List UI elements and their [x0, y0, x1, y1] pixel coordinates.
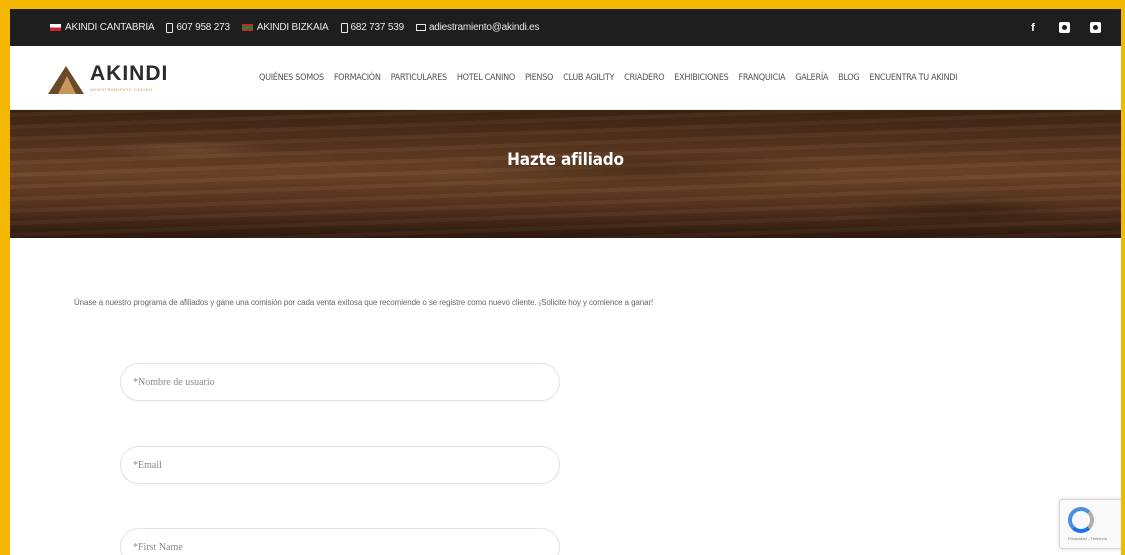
cantabria-phone: 607 958 273	[176, 22, 230, 33]
brand-tagline: ADIESTRAMIENTO CANINO	[90, 87, 153, 92]
email-link[interactable]: adiestramiento@akindi.es	[415, 22, 540, 33]
nav-franquicia[interactable]: FRANQUICIA	[738, 73, 785, 83]
nav-quienes-somos[interactable]: QUIÉNES SOMOS	[259, 73, 324, 83]
nav-club-agility[interactable]: CLUB AGILITY	[563, 73, 614, 83]
recaptcha-terms: Privacidad - Términos	[1068, 536, 1107, 541]
nav-particulares[interactable]: PARTICULARES	[391, 73, 448, 83]
recaptcha-icon	[1068, 507, 1094, 533]
intro-text: Únase a nuestro programa de afiliados y …	[74, 298, 654, 307]
phone-icon	[340, 22, 348, 33]
nav-galeria[interactable]: GALERÍA	[795, 73, 828, 83]
page-title: Hazte afiliado	[507, 150, 624, 170]
nav-exhibiciones[interactable]: EXHIBICIONES	[674, 73, 729, 83]
phone-cantabria[interactable]: 607 958 273	[166, 22, 230, 33]
page-hero-banner: Hazte afiliado	[10, 110, 1121, 238]
affiliate-form-section: Únase a nuestro programa de afiliados y …	[10, 238, 1121, 555]
mail-icon	[415, 24, 426, 31]
username-input[interactable]	[120, 363, 560, 401]
dog-logo-icon	[46, 62, 86, 94]
facebook-icon[interactable]: f	[1027, 22, 1039, 34]
logo-text: AKINDI ADIESTRAMIENTO CANINO	[90, 62, 169, 93]
nav-hotel-canino[interactable]: HOTEL CANINO	[457, 73, 515, 83]
site-logo[interactable]: AKINDI ADIESTRAMIENTO CANINO	[46, 62, 251, 94]
primary-menu: QUIÉNES SOMOS FORMACIÓN PARTICULARES HOT…	[259, 73, 958, 83]
instagram-icon[interactable]	[1059, 22, 1070, 33]
nav-formacion[interactable]: FORMACIÓN	[334, 73, 381, 83]
bizkaia-phone: 682 737 539	[350, 22, 405, 33]
nav-pienso[interactable]: PIENSO	[525, 73, 553, 83]
email-input[interactable]	[120, 446, 560, 484]
nav-criadero[interactable]: CRIADERO	[624, 73, 664, 83]
youtube-icon[interactable]	[1090, 22, 1101, 33]
email-address: adiestramiento@akindi.es	[428, 22, 540, 33]
phone-icon	[166, 22, 174, 33]
nav-encuentra-tu-akindi[interactable]: ENCUENTRA TU AKINDI	[869, 73, 957, 83]
bizkaia-label: AKINDI BIZKAIA	[256, 22, 329, 33]
first-name-input[interactable]	[120, 528, 560, 555]
brand-name: AKINDI	[90, 62, 169, 85]
cantabria-label: AKINDI CANTABRIA	[65, 22, 155, 33]
cantabria-flag-icon	[50, 24, 61, 31]
phone-bizkaia[interactable]: 682 737 539	[340, 22, 405, 33]
recaptcha-badge[interactable]: Privacidad - Términos	[1059, 499, 1121, 549]
contact-cantabria[interactable]: AKINDI CANTABRIA	[50, 22, 155, 33]
main-navigation-bar: AKINDI ADIESTRAMIENTO CANINO QUIÉNES SOM…	[10, 46, 1121, 110]
bizkaia-flag-icon	[241, 24, 253, 31]
top-contact-bar: AKINDI CANTABRIA 607 958 273 AKINDI BIZK…	[10, 9, 1121, 46]
contact-bizkaia[interactable]: AKINDI BIZKAIA	[241, 22, 329, 33]
browser-viewport: AKINDI CANTABRIA 607 958 273 AKINDI BIZK…	[10, 9, 1121, 555]
social-links: f	[1027, 22, 1101, 34]
nav-blog[interactable]: BLOG	[838, 73, 860, 83]
